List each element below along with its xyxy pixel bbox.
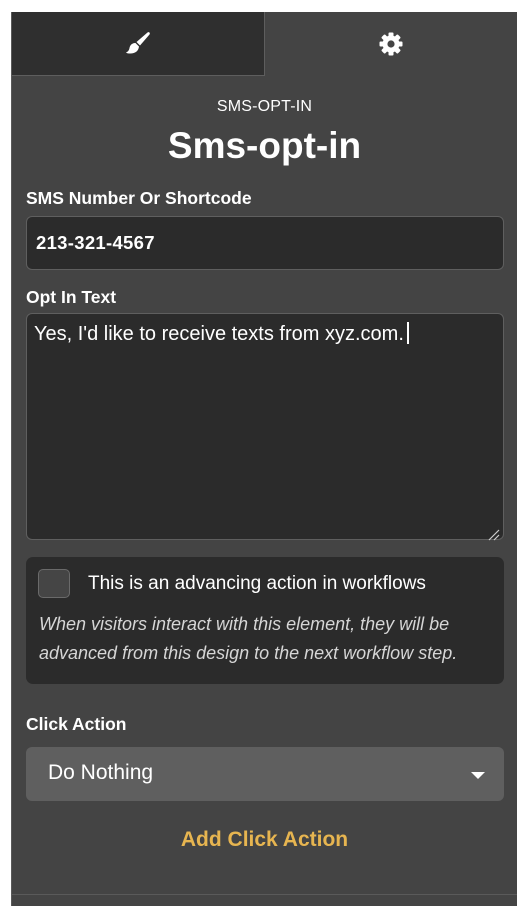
click-action-selected-value: Do Nothing xyxy=(48,761,154,784)
click-action-label: Click Action xyxy=(26,714,127,734)
paintbrush-icon xyxy=(124,30,152,58)
caret-down-icon xyxy=(471,772,485,779)
gear-icon xyxy=(377,30,405,58)
panel-tabs xyxy=(12,12,517,76)
advancing-action-help-text: When visitors interact with this element… xyxy=(39,614,458,663)
opt-in-text-textarea[interactable]: Yes, I'd like to receive texts from xyz.… xyxy=(26,313,504,541)
opt-in-text-label: Opt In Text xyxy=(26,287,117,307)
sms-number-input[interactable]: 213-321-4567 xyxy=(26,216,504,270)
advancing-action-checkbox[interactable] xyxy=(38,569,70,598)
element-type-label: SMS-OPT-IN xyxy=(216,98,313,115)
add-click-action-button[interactable]: Add Click Action xyxy=(12,828,517,852)
opt-in-text-value: Yes, I'd like to receive texts from xyz.… xyxy=(34,323,404,345)
resize-handle-icon[interactable] xyxy=(488,524,500,541)
advancing-action-label: This is an advancing action in workflows xyxy=(88,572,426,594)
bottom-divider xyxy=(12,894,517,895)
properties-panel: SMS-OPT-IN Sms-opt-in SMS Number Or Shor… xyxy=(11,12,517,906)
sms-number-label: SMS Number Or Shortcode xyxy=(26,188,252,208)
click-action-select[interactable]: Do Nothing xyxy=(26,747,504,801)
advancing-action-section: This is an advancing action in workflows… xyxy=(26,557,504,684)
element-name-title: Sms-opt-in xyxy=(167,125,362,166)
text-cursor xyxy=(406,322,409,344)
tab-style[interactable] xyxy=(12,12,265,76)
tab-settings[interactable] xyxy=(265,12,517,76)
